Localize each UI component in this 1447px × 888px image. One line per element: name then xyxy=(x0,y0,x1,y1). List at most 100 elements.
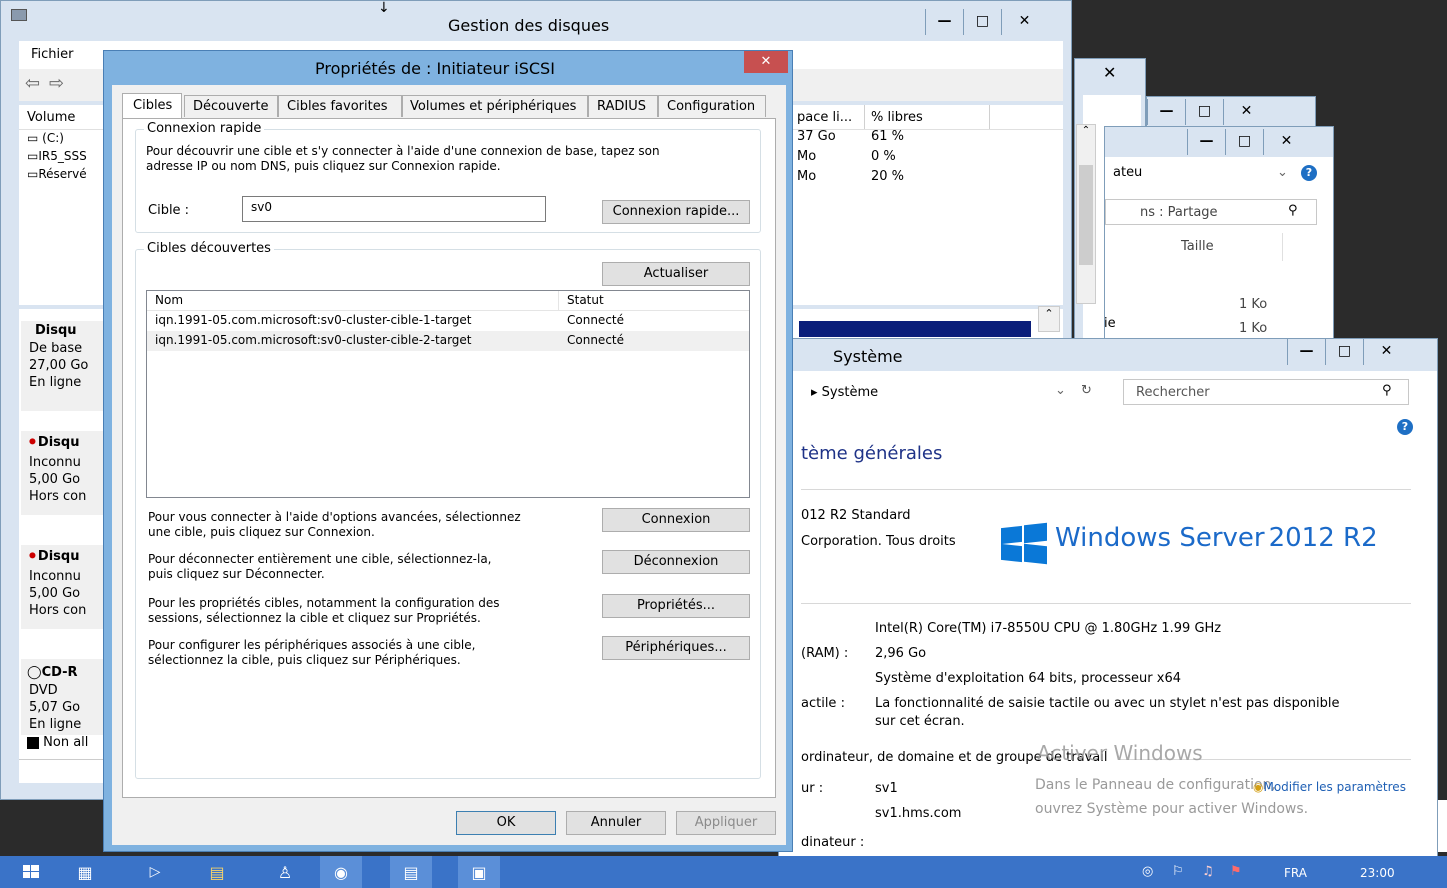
minimize-button[interactable]: — xyxy=(1287,339,1325,365)
chevron-down-icon[interactable]: ⌄ xyxy=(1055,383,1066,398)
cluster-manager-taskbar-icon[interactable]: ♙ xyxy=(264,856,306,888)
breadcrumb[interactable]: ▸ Système ⌄ ↻ xyxy=(801,379,1101,407)
properties-button[interactable]: Propriétés... xyxy=(602,594,750,618)
disk-management-title: Gestion des disques xyxy=(448,16,610,35)
help-icon[interactable]: ? xyxy=(1397,419,1413,435)
system-search-input[interactable]: Rechercher ⚲ xyxy=(1123,379,1409,405)
ram-value: 2,96 Go xyxy=(875,646,927,661)
col-volume-header[interactable]: Volume xyxy=(27,110,75,125)
maximize-button[interactable]: □ xyxy=(1185,99,1223,125)
minimize-button[interactable]: — xyxy=(1187,129,1225,155)
maximize-button[interactable]: □ xyxy=(1325,339,1363,365)
close-button[interactable]: ✕ xyxy=(1001,9,1047,35)
tab-volumes[interactable]: Volumes et périphériques xyxy=(402,95,588,117)
unallocated-swatch-icon xyxy=(27,736,39,749)
watermark-activate: Activer Windows xyxy=(1037,741,1203,765)
col-name-header[interactable]: Nom xyxy=(147,291,559,311)
minimize-button[interactable]: — xyxy=(925,9,963,35)
explorer-window-front: — □ ✕ ateu ⌄ ? ns : Partage ⚲ Taille 1 K… xyxy=(1104,126,1334,347)
forward-arrow-icon[interactable]: ⇨ xyxy=(49,73,64,94)
language-indicator[interactable]: FRA xyxy=(1284,866,1307,880)
menu-file[interactable]: Fichier xyxy=(31,47,74,62)
volume-row[interactable]: ▭Réservé xyxy=(27,167,87,181)
close-button[interactable]: ✕ xyxy=(1363,339,1409,365)
refresh-button[interactable]: Actualiser xyxy=(602,262,750,286)
pen-label: actile : xyxy=(801,696,845,711)
maximize-button[interactable]: □ xyxy=(963,9,1001,35)
file-explorer-taskbar-icon[interactable]: ▤ xyxy=(196,856,238,888)
powershell-taskbar-icon[interactable]: ▷ xyxy=(134,856,176,888)
volume-free: 37 Go xyxy=(797,129,836,144)
target-input[interactable]: sv0 xyxy=(242,196,546,222)
connect-button[interactable]: Connexion xyxy=(602,508,750,532)
offline-disk-icon: ⚫ xyxy=(27,435,38,450)
devices-button[interactable]: Périphériques... xyxy=(602,636,750,660)
explorer-scrollbar-2[interactable]: ⌃ xyxy=(1038,306,1060,332)
help-icon[interactable]: ? xyxy=(1301,165,1317,181)
watermark-line-3: ouvrez Système pour activer Windows. xyxy=(1035,801,1309,817)
security-tray-icon[interactable]: ⚑ xyxy=(1230,864,1242,879)
server-manager-taskbar-icon[interactable]: ▦ xyxy=(64,856,106,888)
disk-2[interactable]: ⚫Disqu Inconnu 5,00 Go Hors con xyxy=(21,545,103,629)
modify-settings-link[interactable]: ◉Modifier les paramètres xyxy=(1253,780,1406,794)
table-row[interactable]: iqn.1991-05.com.microsoft:sv0-cluster-ci… xyxy=(147,331,749,351)
refresh-icon[interactable]: ↻ xyxy=(1081,383,1092,398)
legend-unallocated: Non all xyxy=(27,735,88,750)
tab-configuration[interactable]: Configuration xyxy=(658,95,766,117)
system-content: ▸ Système ⌄ ↻ Rechercher ⚲ ? tème généra… xyxy=(779,371,1437,857)
disk-1[interactable]: ⚫Disqu Inconnu 5,00 Go Hors con xyxy=(21,431,103,515)
quick-connect-button[interactable]: Connexion rapide... xyxy=(602,200,750,224)
table-row[interactable]: iqn.1991-05.com.microsoft:sv0-cluster-ci… xyxy=(147,311,749,331)
volume-bar xyxy=(799,321,1031,337)
search-icon[interactable]: ⚲ xyxy=(1288,203,1298,218)
pen-value: La fonctionnalité de saisie tactile ou a… xyxy=(875,696,1340,711)
dialog-close-button[interactable]: ✕ xyxy=(744,51,788,73)
network-tray-icon[interactable]: ◎ xyxy=(1142,864,1153,879)
maximize-button[interactable]: □ xyxy=(1225,129,1263,155)
tab-radius[interactable]: RADIUS xyxy=(588,95,658,117)
col-free-header[interactable]: pace li... xyxy=(797,110,852,125)
tab-decouverte[interactable]: Découverte xyxy=(184,95,278,117)
apply-button[interactable]: Appliquer xyxy=(676,811,776,835)
explorer-scrollbar[interactable]: ⌃ xyxy=(1076,124,1096,304)
col-size-header[interactable]: Taille xyxy=(1165,233,1283,261)
dialog-title: Propriétés de : Initiateur iSCSI xyxy=(315,59,555,78)
full-name-value: sv1.hms.com xyxy=(875,806,962,821)
chevron-down-icon[interactable]: ⌄ xyxy=(1277,165,1288,180)
minimize-button[interactable]: — xyxy=(1147,99,1185,125)
close-button[interactable]: ✕ xyxy=(1103,63,1116,82)
edition: 012 R2 Standard xyxy=(801,508,911,523)
back-arrow-icon[interactable]: ⇦ xyxy=(25,73,40,94)
system-taskbar-icon[interactable]: ▣ xyxy=(458,856,500,888)
volume-row[interactable]: ▭IR5_SSS xyxy=(27,149,87,163)
disconnect-button[interactable]: Déconnexion xyxy=(602,550,750,574)
volume-free: Mo xyxy=(797,149,817,164)
windows-logo-icon xyxy=(23,865,39,879)
volume-row[interactable]: ▭ (C:) xyxy=(27,131,64,145)
action-center-tray-icon[interactable]: ⚐ xyxy=(1172,864,1184,879)
offline-disk-icon: ⚫ xyxy=(27,549,38,564)
search-icon[interactable]: ⚲ xyxy=(1382,383,1392,398)
disk-0[interactable]: Disqu De base 27,00 Go En ligne xyxy=(21,321,103,411)
system-title: Système xyxy=(833,347,903,366)
disk-management-icon xyxy=(11,9,27,21)
close-button[interactable]: ✕ xyxy=(1263,129,1309,155)
ok-button[interactable]: OK xyxy=(456,811,556,835)
start-button[interactable] xyxy=(10,858,52,886)
col-pct-header[interactable]: % libres xyxy=(871,110,923,125)
iscsi-taskbar-icon[interactable]: ◉ xyxy=(320,856,362,888)
system-heading: tème générales xyxy=(801,443,943,464)
explorer-search-input[interactable]: ns : Partage ⚲ xyxy=(1105,199,1317,225)
tab-favorites[interactable]: Cibles favorites xyxy=(278,95,402,117)
targets-table: Nom Statut iqn.1991-05.com.microsoft:sv0… xyxy=(146,290,750,498)
disk-cdrom[interactable]: ◯CD-R DVD 5,07 Go En ligne xyxy=(21,659,103,735)
disk-management-taskbar-icon[interactable]: ▤ xyxy=(390,856,432,888)
cancel-button[interactable]: Annuler xyxy=(566,811,666,835)
volume-pct: 20 % xyxy=(871,169,905,184)
col-status-header[interactable]: Statut xyxy=(559,291,749,311)
volume-tray-icon[interactable]: ♫ xyxy=(1202,864,1214,879)
mouse-cursor-icon: ↓ xyxy=(378,0,390,16)
clock[interactable]: 23:00 xyxy=(1360,866,1395,880)
close-button[interactable]: ✕ xyxy=(1223,99,1269,125)
tab-cibles[interactable]: Cibles xyxy=(122,93,182,119)
